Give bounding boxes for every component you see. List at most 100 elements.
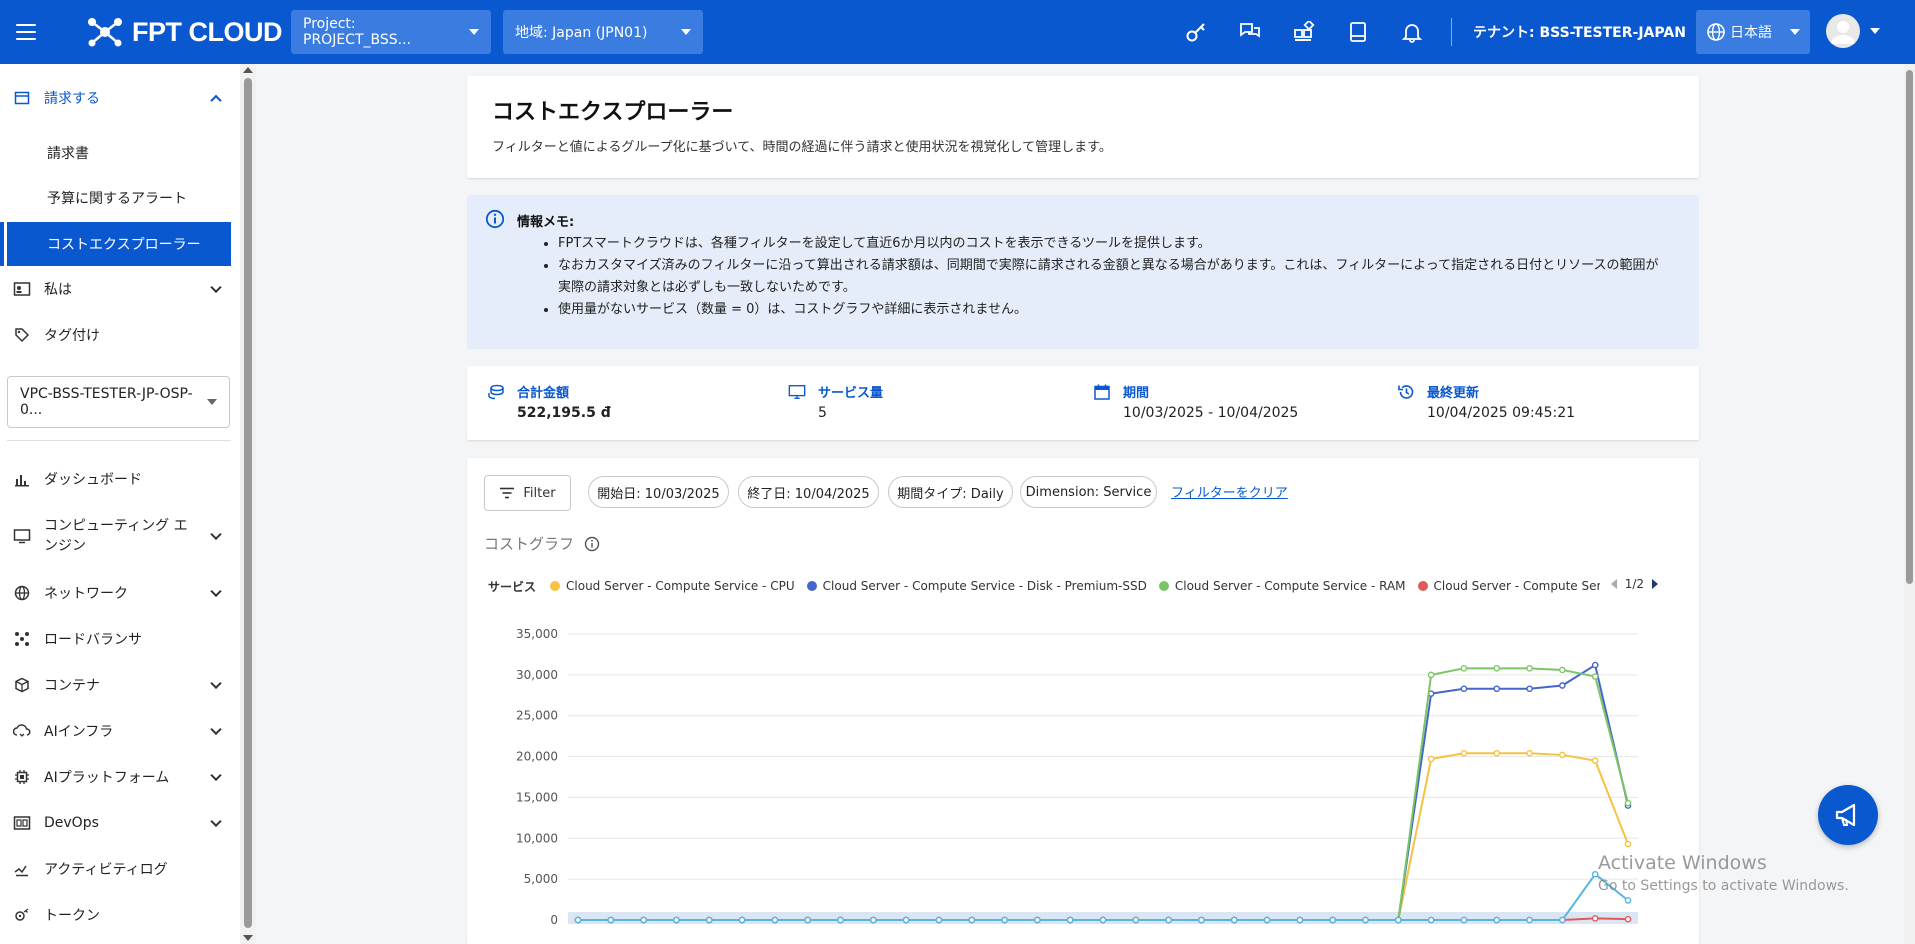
- bell-icon[interactable]: [1396, 16, 1428, 48]
- sidebar-item-budget-alerts[interactable]: 予算に関するアラート: [0, 185, 232, 211]
- scroll-up-icon[interactable]: [243, 67, 253, 73]
- header-divider: [1451, 18, 1452, 46]
- chevron-down-icon: [210, 528, 222, 541]
- chip-start-date[interactable]: 開始日: 10/03/2025: [588, 476, 729, 508]
- data-point: [968, 916, 976, 924]
- sidebar-item-compute-engine[interactable]: コンピューティング エンジン: [0, 514, 232, 558]
- data-point: [902, 916, 910, 924]
- clear-filters-link[interactable]: フィルターをクリア: [1171, 482, 1288, 501]
- data-point: [1427, 671, 1435, 679]
- data-point: [607, 916, 615, 924]
- sidebar-item-me[interactable]: 私は: [0, 276, 232, 302]
- sidebar-item-billing[interactable]: 請求する: [0, 84, 232, 112]
- next-page-icon[interactable]: [1650, 578, 1660, 590]
- data-point: [1395, 916, 1402, 924]
- chip-label: 終了日: 10/04/2025: [747, 486, 870, 502]
- data-point: [837, 916, 844, 924]
- sidebar-item-container[interactable]: コンテナ: [0, 672, 232, 698]
- tag-icon: [12, 325, 32, 345]
- data-point: [1591, 915, 1599, 922]
- monitor-icon: [788, 383, 806, 401]
- logo[interactable]: FPT CLOUD: [86, 17, 283, 48]
- y-tick-label: 10,000: [516, 831, 558, 845]
- legend-item[interactable]: Cloud Server - Compute Service - Disk - …: [806, 579, 1147, 593]
- stat-services-label: サービス量: [818, 386, 884, 401]
- sidebar-item-cost-explorer[interactable]: コストエクスプローラー: [7, 222, 231, 266]
- y-tick-label: 20,000: [516, 750, 558, 764]
- data-point: [1493, 685, 1501, 693]
- sidebar-item-label: 請求書: [47, 146, 89, 162]
- cost-graph-label: コストグラフ: [484, 533, 600, 554]
- sidebar-item-label: ロードバランサ: [44, 632, 142, 648]
- legend-item[interactable]: Cloud Server - Compute Service - CPU: [550, 579, 795, 593]
- sidebar-scrollbar[interactable]: [240, 64, 256, 944]
- data-point: [1493, 916, 1501, 924]
- windows-watermark: Activate Windows Go to Settings to activ…: [1598, 852, 1849, 894]
- support-icon[interactable]: [1234, 16, 1266, 48]
- sidebar-item-load-balancer[interactable]: ロードバランサ: [0, 626, 232, 652]
- devops-icon: [12, 813, 32, 833]
- scroll-down-icon[interactable]: [243, 935, 253, 941]
- legend-dot: [806, 581, 817, 591]
- chip-end-date[interactable]: 終了日: 10/04/2025: [738, 476, 879, 508]
- stat-period-value: 10/03/2025 - 10/04/2025: [1123, 405, 1299, 421]
- chip-label: Dimension: Service: [1025, 484, 1152, 500]
- legend-item[interactable]: Cloud Server - Compute Service - Di: [1417, 579, 1600, 593]
- stat-total-label: 合計金額: [517, 386, 570, 401]
- chevron-down-icon: [1870, 28, 1880, 34]
- scrollbar-thumb[interactable]: [244, 78, 252, 928]
- user-menu[interactable]: [1826, 14, 1880, 48]
- chevron-down-icon: [469, 29, 479, 35]
- chevron-down-icon: [210, 677, 222, 690]
- region-select[interactable]: 地域: Japan (JPN01): [503, 10, 703, 54]
- chip-period-type[interactable]: 期間タイプ: Daily: [888, 476, 1013, 508]
- data-point: [640, 916, 647, 924]
- legend-page: 1/2: [1624, 577, 1644, 591]
- prev-page-icon[interactable]: [1609, 578, 1619, 590]
- sidebar-item-network[interactable]: ネットワーク: [0, 580, 232, 606]
- main-scrollbar[interactable]: [1904, 64, 1915, 944]
- data-point: [870, 916, 877, 924]
- chip-dimension[interactable]: Dimension: Service: [1020, 476, 1157, 508]
- sidebar-item-invoices[interactable]: 請求書: [0, 140, 232, 166]
- legend-pager: 1/2: [1609, 577, 1660, 591]
- data-point: [1493, 750, 1501, 757]
- tenant-select[interactable]: テナント: BSS-TESTER-JAPAN: [1473, 0, 1706, 64]
- data-point: [1329, 916, 1336, 924]
- data-point: [738, 916, 746, 924]
- sidebar: 請求する 請求書 予算に関するアラート コストエクスプローラー 私は タグ付け …: [0, 64, 240, 944]
- feedback-button[interactable]: [1818, 785, 1878, 845]
- legend-label: Cloud Server - Compute Service - Disk - …: [822, 579, 1147, 593]
- data-point: [1263, 916, 1271, 924]
- data-point: [1427, 916, 1435, 924]
- filter-button[interactable]: Filter: [484, 475, 571, 511]
- sidebar-item-activity-log[interactable]: アクティビティログ: [0, 856, 232, 882]
- key-icon[interactable]: [1180, 16, 1212, 48]
- legend-item[interactable]: Cloud Server - Compute Service - RAM: [1158, 579, 1406, 593]
- sidebar-item-ai-platform[interactable]: AIプラットフォーム: [0, 764, 232, 790]
- sidebar-item-token[interactable]: トークン: [0, 902, 232, 928]
- y-tick-label: 35,000: [516, 627, 558, 641]
- scrollbar-thumb[interactable]: [1906, 70, 1913, 584]
- sidebar-item-tagging[interactable]: タグ付け: [0, 322, 232, 348]
- legend-title: サービス: [488, 579, 537, 594]
- data-point: [1624, 897, 1632, 904]
- info-icon[interactable]: [584, 536, 600, 552]
- menu-icon[interactable]: [16, 17, 46, 47]
- vpc-select[interactable]: VPC-BSS-TESTER-JP-OSP-0...: [7, 376, 230, 428]
- data-point: [1362, 916, 1369, 924]
- legend-dot: [1417, 581, 1428, 591]
- sidebar-item-dashboard[interactable]: ダッシュボード: [0, 466, 232, 492]
- sidebar-item-devops[interactable]: DevOps: [0, 810, 232, 836]
- book-icon[interactable]: [1342, 16, 1374, 48]
- project-select[interactable]: Project: PROJECT_BSS...: [291, 10, 491, 54]
- apps-icon[interactable]: [1288, 16, 1320, 48]
- sidebar-item-ai-infra[interactable]: AIインフラ: [0, 718, 232, 744]
- y-tick-label: 5,000: [524, 872, 558, 886]
- megaphone-icon: [1835, 803, 1856, 827]
- language-select[interactable]: 日本語: [1696, 10, 1810, 54]
- stat-updated-value: 10/04/2025 09:45:21: [1427, 405, 1576, 421]
- data-point: [804, 916, 811, 924]
- sidebar-item-label: 予算に関するアラート: [47, 191, 187, 207]
- stat-period: 期間 10/03/2025 - 10/04/2025: [1093, 382, 1298, 421]
